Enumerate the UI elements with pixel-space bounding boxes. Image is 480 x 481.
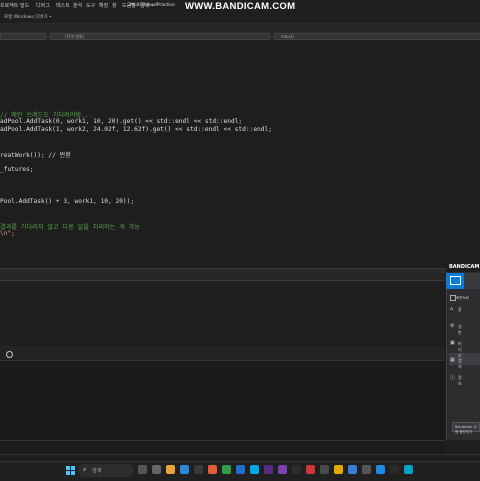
chat-icon[interactable] <box>194 465 203 474</box>
home-icon: ⌂ <box>450 306 454 312</box>
taskbar-search-box[interactable]: ⌕ 검색 <box>78 464 134 477</box>
menu-item-test[interactable]: 테스트 <box>56 2 70 9</box>
widgets-icon[interactable] <box>152 465 161 474</box>
app-icon[interactable] <box>334 465 343 474</box>
visual-studio-icon[interactable] <box>278 465 287 474</box>
record-icon[interactable] <box>306 465 315 474</box>
screen-record-mode-button[interactable] <box>446 273 464 289</box>
office-icon[interactable] <box>208 465 217 474</box>
search-icon: ⌕ <box>83 466 87 473</box>
browser-icon[interactable] <box>250 465 259 474</box>
toolbar: 로컬 Windows 디버거 • <box>0 11 480 24</box>
code-line: 결과를 기다리지 않고 다른 일을 처리하는 게 가능 <box>0 224 140 231</box>
game-record-mode-button[interactable] <box>464 273 480 289</box>
store-icon[interactable] <box>222 465 231 474</box>
panel-tab-strip <box>0 440 445 455</box>
code-line: adPool.AddTask(0, work1, 10, 20).get() <… <box>0 118 243 125</box>
bandicam-mode-label: 화면녹화 <box>456 296 469 300</box>
task-view-icon[interactable] <box>138 465 147 474</box>
scope-dropdown-right[interactable]: main() <box>274 33 480 40</box>
menu-item-window[interactable]: 창 <box>112 2 117 9</box>
menu-item-debug[interactable]: 디버그 <box>36 2 50 9</box>
video-icon: ▣ <box>450 340 455 346</box>
scope-dropdown-left[interactable] <box>0 33 46 40</box>
photoshop-icon[interactable] <box>264 465 273 474</box>
code-line: adPool.AddTask(1, work2, 24.02f, 12.62f)… <box>0 126 272 133</box>
solution-title: MultiThreadPractice <box>130 3 175 8</box>
error-status-icon <box>6 351 13 358</box>
settings-icon: ⚙ <box>450 323 455 329</box>
code-line: reatWork()); // 반환 <box>0 152 71 159</box>
bandicam-logo: BANDICAM <box>449 264 480 270</box>
menu-item-project[interactable]: 프로젝트 <box>0 2 18 9</box>
app-icon[interactable] <box>390 465 399 474</box>
bandicam-menu-label: 비디오 <box>458 341 462 358</box>
monitor-icon <box>450 276 461 285</box>
output-panel-header <box>0 273 445 281</box>
menu-item-analyze[interactable]: 분석 <box>73 2 82 9</box>
windows-start-icon[interactable] <box>66 466 75 475</box>
scope-dropdown-middle[interactable]: (전역 범위) <box>50 33 270 40</box>
debugger-dropdown[interactable]: 로컬 Windows 디버거 • <box>4 14 52 20</box>
menu-item-extensions[interactable]: 확장 <box>99 2 108 9</box>
code-line: _futures; <box>0 166 34 173</box>
bandicam-mode-checkbox[interactable] <box>450 295 456 301</box>
code-line: Pool.AddTask() + 3, work1, 10, 20)); <box>0 198 135 205</box>
info-icon: ⓘ <box>450 375 456 381</box>
taskbar-search-placeholder: 검색 <box>92 468 102 474</box>
image-icon: ▦ <box>450 357 455 363</box>
bandicam-menu-label: 일반 <box>458 324 462 335</box>
output-panel <box>0 273 445 344</box>
menu-item-build[interactable]: 빌드 <box>20 2 29 9</box>
code-line: \n"; <box>0 230 15 237</box>
bandicam-menu-label: 캡쳐 <box>458 358 462 369</box>
bandicam-stop-button[interactable]: Bandicam 사용 중단하기 <box>452 422 480 434</box>
menu-item-tools[interactable]: 도구 <box>86 2 95 9</box>
bandicam-title: BANDICAM <box>446 262 480 272</box>
file-explorer-icon[interactable] <box>166 465 175 474</box>
bandicam-stop-label: Bandicam 사용 중단하기 <box>455 425 477 434</box>
app-icon[interactable] <box>362 465 371 474</box>
bandicam-menu-label: 홈 <box>458 307 462 312</box>
code-editor[interactable]: // 메인 쓰레드도 기다려야함... adPool.AddTask(0, wor… <box>0 40 480 277</box>
edge-icon[interactable] <box>180 465 189 474</box>
app-icon[interactable] <box>320 465 329 474</box>
app-icon[interactable] <box>376 465 385 474</box>
error-list-header <box>0 346 445 361</box>
terminal-icon[interactable] <box>292 465 301 474</box>
mail-icon[interactable] <box>236 465 245 474</box>
bandicam-menu-label: 정보 <box>458 375 462 386</box>
app-icon[interactable] <box>404 465 413 474</box>
scope-label-right: main() <box>281 34 295 39</box>
app-icon[interactable] <box>348 465 357 474</box>
error-list-panel <box>0 346 445 455</box>
